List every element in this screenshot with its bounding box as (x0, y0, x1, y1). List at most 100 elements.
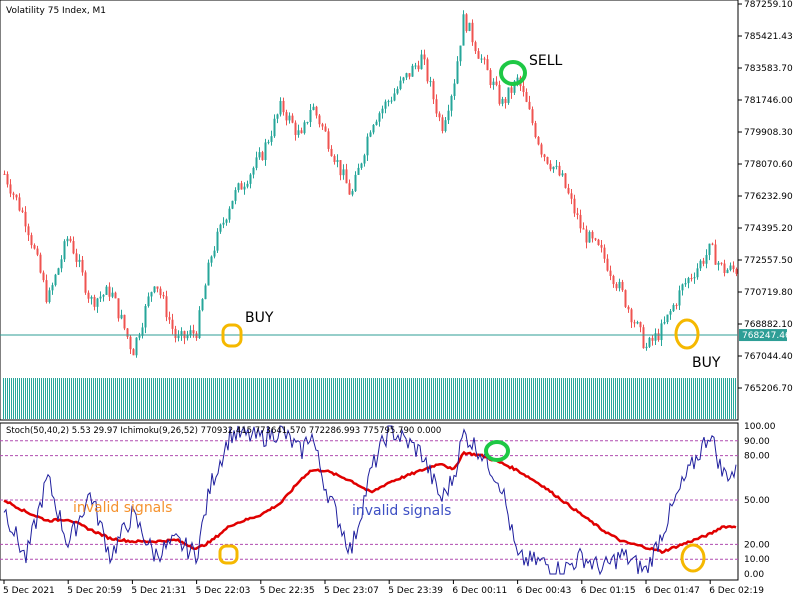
candle-body (342, 169, 345, 176)
volume-bar (219, 378, 220, 419)
volume-bar (377, 378, 378, 419)
candle-body (396, 88, 399, 94)
trading-chart[interactable]: Volatility 75 Index, M1 787259.10 785421.… (0, 0, 800, 600)
volume-bar (167, 378, 168, 419)
candle-body (564, 173, 567, 188)
volume-bar (423, 378, 424, 419)
stoch-level-label: 0.00 (744, 570, 764, 580)
candle-body (570, 193, 573, 199)
time-tick-label: 5 Dec 2021 (3, 586, 55, 596)
volume-bar (31, 378, 32, 419)
volume-bar (511, 378, 512, 419)
volume-bar (635, 378, 636, 419)
volume-bar (451, 378, 452, 419)
volume-bar (207, 378, 208, 419)
volume-bar (459, 378, 460, 419)
volume-bar (269, 378, 270, 419)
candle-body (732, 265, 735, 270)
volume-bar (73, 378, 74, 419)
volume-bar (305, 378, 306, 419)
candle-body (174, 328, 177, 339)
volume-bar (381, 378, 382, 419)
candle-body (582, 228, 585, 230)
volume-bar (345, 378, 346, 419)
volume-bar (227, 378, 228, 419)
candle-body (426, 59, 429, 82)
volume-bar (611, 378, 612, 419)
stoch-level-label: 90.00 (744, 437, 770, 447)
volume-bar (469, 378, 470, 419)
volume-bar (191, 378, 192, 419)
volume-bar (707, 378, 708, 419)
candle-body (276, 114, 279, 119)
candle-body (213, 250, 216, 257)
volume-bar (333, 378, 334, 419)
candle-body (546, 157, 549, 164)
candle-body (549, 163, 552, 170)
candle-body (48, 290, 51, 303)
volume-bar (441, 378, 442, 419)
volume-bar (577, 378, 578, 419)
volume-bar (645, 378, 646, 419)
candle-body (117, 298, 120, 319)
volume-bar (221, 378, 222, 419)
candle-body (504, 98, 507, 103)
volume-bar (317, 378, 318, 419)
volume-bar (147, 378, 148, 419)
volume-bar (297, 378, 298, 419)
candle-body (645, 346, 648, 349)
volume-bar (447, 378, 448, 419)
volume-bar (233, 378, 234, 419)
candle-body (522, 86, 525, 92)
volume-bar (209, 378, 210, 419)
candle-body (657, 333, 660, 341)
candle-body (90, 296, 93, 299)
volume-bar (71, 378, 72, 419)
volume-bar (95, 378, 96, 419)
volume-bar (373, 378, 374, 419)
volume-bar (325, 378, 326, 419)
volume-bar (215, 378, 216, 419)
candle-body (3, 173, 6, 175)
candle-body (429, 81, 432, 83)
volume-bar (59, 378, 60, 419)
volume-bar (391, 378, 392, 419)
volume-bar (99, 378, 100, 419)
candle-body (189, 330, 192, 335)
candle-body (288, 115, 291, 121)
candle-body (684, 283, 687, 285)
volume-bar (349, 378, 350, 419)
candle-body (69, 238, 72, 242)
candle-body (132, 349, 135, 356)
volume-bar (475, 378, 476, 419)
candle-body (360, 163, 363, 168)
volume-bar (107, 378, 108, 419)
volume-bar (439, 378, 440, 419)
time-axis[interactable]: 5 Dec 2021 5 Dec 20:59 5 Dec 21:31 5 Dec 22… (3, 580, 764, 596)
candle-body (501, 98, 504, 104)
volume-bar (271, 378, 272, 419)
volume-bar (607, 378, 608, 419)
volume-bar (37, 378, 38, 419)
volume-bar (479, 378, 480, 419)
price-pane[interactable]: Volatility 75 Index, M1 (0, 0, 739, 421)
volume-bar (27, 378, 28, 419)
volume-bar (641, 378, 642, 419)
candle-body (252, 167, 255, 175)
volume-bar (343, 378, 344, 419)
volume-bar (571, 378, 572, 419)
volume-bar (77, 378, 78, 419)
volume-bar (169, 378, 170, 419)
candle-body (54, 274, 57, 286)
volume-bar (125, 378, 126, 419)
candle-body (387, 101, 390, 103)
candle-body (432, 81, 435, 100)
volume-bar (457, 378, 458, 419)
volume-bar (727, 378, 728, 419)
volume-bar (427, 378, 428, 419)
volume-bar (293, 378, 294, 419)
candle-body (714, 244, 717, 265)
volume-bar (687, 378, 688, 419)
indicator-axis[interactable]: 100.00 90.00 80.00 50.00 20.00 10.00 0.00 (744, 422, 776, 580)
candle-body (306, 122, 309, 124)
